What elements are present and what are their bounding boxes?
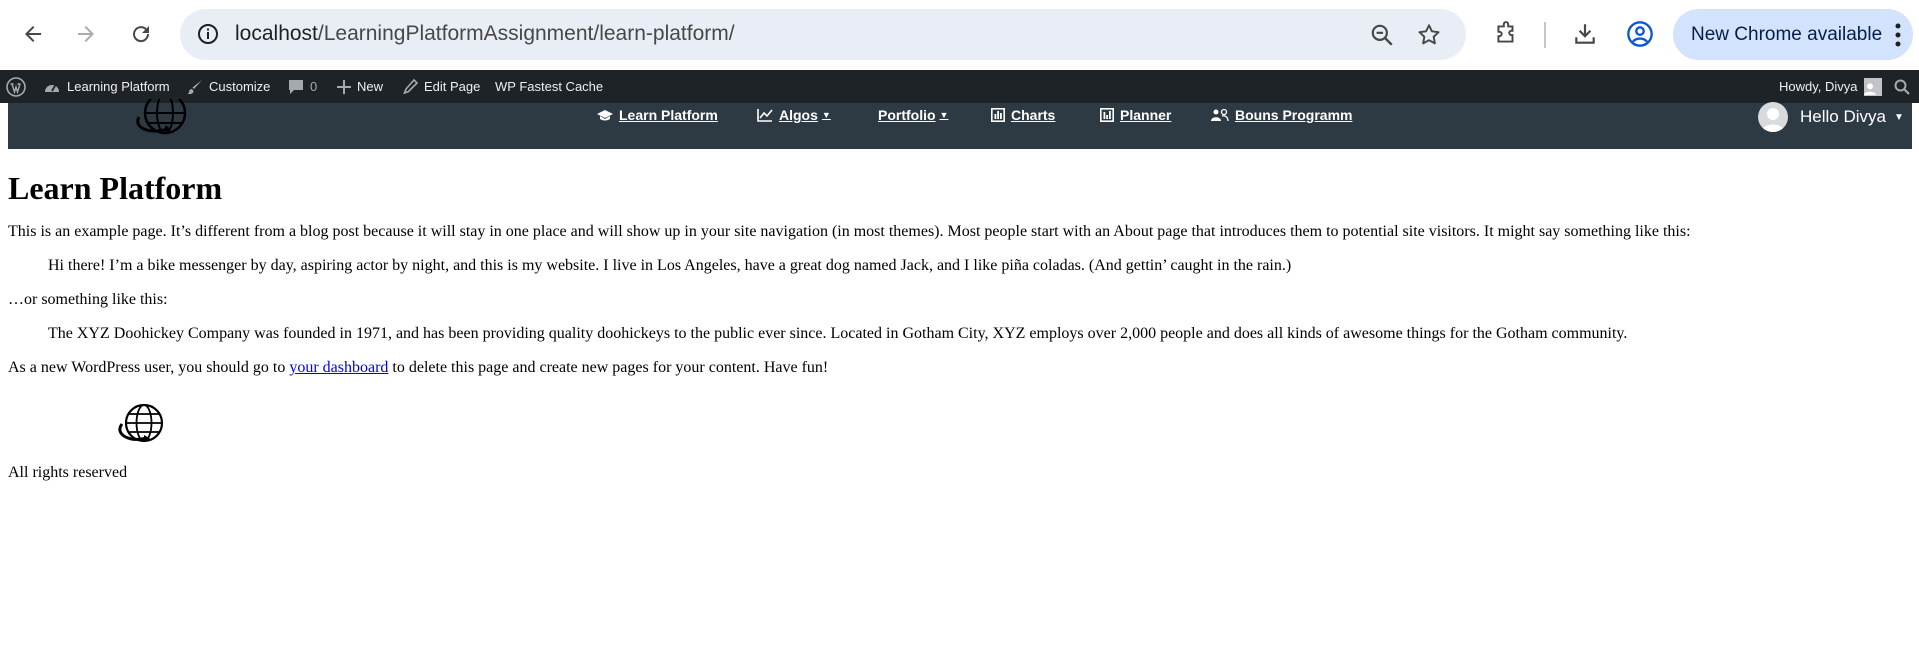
- new-label: New: [357, 79, 384, 94]
- dashboard-icon: [45, 84, 59, 92]
- arrow-right-icon: [78, 26, 94, 42]
- url-text[interactable]: localhost/LearningPlatformAssignment/lea…: [235, 22, 735, 46]
- bookmark-star-icon[interactable]: [1416, 22, 1442, 48]
- zoom-out-icon[interactable]: [1369, 22, 1395, 48]
- site-info-icon[interactable]: [196, 22, 220, 46]
- footer-logo: [116, 402, 168, 448]
- copyright-text: All rights reserved: [8, 464, 128, 481]
- download-icon: [1575, 24, 1595, 44]
- wordpress-logo-button[interactable]: [6, 70, 32, 103]
- update-label: New Chrome available: [1691, 23, 1883, 45]
- globe-logo-icon: [118, 403, 164, 443]
- admin-bar-comments[interactable]: 0: [288, 70, 317, 103]
- admin-bar-my-account[interactable]: Howdy, Divya: [1779, 70, 1882, 103]
- user-silhouette-icon: [1761, 108, 1785, 132]
- site-logo[interactable]: [135, 99, 193, 141]
- url-host: localhost: [235, 22, 318, 45]
- user-greeting: Hello Divya: [1800, 107, 1886, 126]
- user-avatar: [1758, 102, 1788, 132]
- back-button[interactable]: [13, 14, 53, 54]
- nav-label: Portfolio: [878, 107, 936, 123]
- pencil-icon: [403, 79, 418, 94]
- nav-label: Charts: [1011, 107, 1056, 123]
- nav-learn-platform[interactable]: Learn Platform: [597, 103, 718, 127]
- plus-icon: [337, 79, 351, 94]
- downloads-button[interactable]: [1568, 17, 1602, 51]
- chrome-update-button[interactable]: New Chrome available: [1673, 9, 1913, 60]
- nav-algos[interactable]: Algos ▼: [757, 103, 831, 127]
- comment-bubble-icon: [289, 79, 303, 94]
- admin-bar-edit-page[interactable]: Edit Page: [403, 70, 480, 103]
- more-vertical-icon: [1895, 23, 1901, 47]
- nav-portfolio[interactable]: Portfolio ▼: [878, 103, 948, 127]
- outro-text-after: to delete this page and create new pages…: [388, 359, 829, 376]
- chart-line-icon: [757, 109, 773, 122]
- toolbar-separator: [1544, 22, 1546, 48]
- edit-page-label: Edit Page: [424, 79, 481, 94]
- chevron-down-icon: ▼: [1893, 111, 1904, 123]
- admin-bar-fastest-cache[interactable]: WP Fastest Cache: [495, 70, 603, 103]
- howdy-label: Howdy, Divya: [1779, 79, 1858, 94]
- chevron-down-icon: ▼: [939, 110, 949, 120]
- admin-bar-search[interactable]: [1894, 70, 1916, 103]
- wp-admin-bar: Learning Platform Customize 0 New Edit P…: [0, 70, 1919, 103]
- customize-label: Customize: [209, 79, 271, 94]
- quote-bike-messenger: Hi there! I’m a bike messenger by day, a…: [48, 257, 1292, 274]
- nav-charts[interactable]: Charts: [991, 103, 1055, 127]
- page-content: Learn Platform This is an example page. …: [8, 168, 1908, 392]
- forward-button[interactable]: [66, 14, 106, 54]
- nav-label: Algos: [779, 107, 818, 123]
- graduation-cap-icon: [597, 110, 613, 121]
- planner-icon: [1100, 108, 1114, 122]
- quote-doohickey: The XYZ Doohickey Company was founded in…: [48, 325, 1628, 342]
- dashboard-link[interactable]: your dashboard: [289, 359, 388, 376]
- puzzle-icon: [1497, 21, 1514, 43]
- comments-count: 0: [310, 79, 318, 94]
- reload-icon: [133, 26, 150, 43]
- page-title: Learn Platform: [8, 170, 223, 206]
- intro-paragraph: This is an example page. It’s different …: [8, 223, 1691, 240]
- middle-paragraph: …or something like this:: [8, 291, 168, 308]
- nav-label: Learn Platform: [619, 107, 718, 123]
- user-silhouette-icon: [1863, 82, 1876, 95]
- admin-bar-customize[interactable]: Customize: [187, 70, 270, 103]
- users-icon: [1211, 108, 1229, 122]
- admin-avatar: [1863, 77, 1882, 96]
- search-icon: [1894, 79, 1910, 95]
- nav-label: Bouns Programm: [1235, 107, 1353, 123]
- cache-plugin-label: WP Fastest Cache: [495, 79, 604, 94]
- wordpress-icon: [6, 76, 26, 97]
- user-account-menu[interactable]: Hello Divya ▼: [1758, 102, 1904, 132]
- arrow-left-icon: [25, 26, 41, 42]
- bar-chart-icon: [991, 108, 1005, 122]
- globe-logo-icon: [136, 99, 187, 135]
- nav-bonus-program[interactable]: Bouns Programm: [1211, 103, 1352, 127]
- url-path: /LearningPlatformAssignment/learn-platfo…: [317, 22, 735, 45]
- reload-button[interactable]: [121, 14, 161, 54]
- site-header: Learn Platform Algos ▼ Portfolio ▼ Chart…: [8, 99, 1912, 149]
- nav-label: Planner: [1120, 107, 1172, 123]
- outro-text-before: As a new WordPress user, you should go t…: [8, 359, 290, 376]
- site-name-label: Learning Platform: [67, 79, 170, 94]
- profile-button[interactable]: [1623, 17, 1657, 51]
- paintbrush-icon: [187, 79, 202, 94]
- address-bar[interactable]: localhost/LearningPlatformAssignment/lea…: [180, 9, 1466, 60]
- browser-toolbar: localhost/LearningPlatformAssignment/lea…: [0, 0, 1919, 70]
- chevron-down-icon: ▼: [821, 110, 831, 120]
- outro-paragraph: As a new WordPress user, you should go t…: [8, 358, 1908, 377]
- profile-icon: [1627, 21, 1653, 47]
- extensions-button[interactable]: [1489, 17, 1523, 51]
- admin-bar-new[interactable]: New: [337, 70, 383, 103]
- nav-planner[interactable]: Planner: [1100, 103, 1171, 127]
